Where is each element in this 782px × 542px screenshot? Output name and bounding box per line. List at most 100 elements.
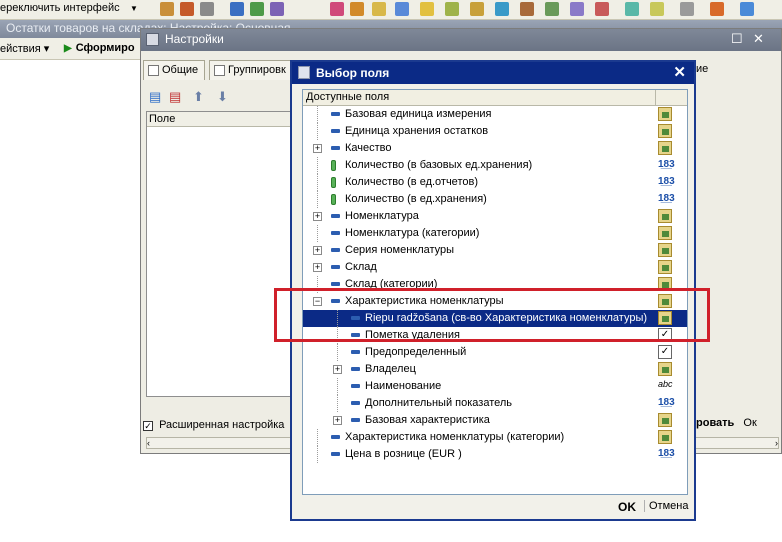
delete-field-icon[interactable]: ▤ bbox=[169, 89, 181, 105]
expand-icon[interactable]: + bbox=[313, 246, 322, 255]
expand-icon[interactable]: + bbox=[313, 263, 322, 272]
settings-icon[interactable] bbox=[545, 2, 559, 16]
horizontal-scrollbar-right[interactable]: › bbox=[691, 437, 779, 449]
help-icon[interactable] bbox=[495, 2, 509, 16]
chart-icon[interactable] bbox=[270, 2, 284, 16]
lock-icon[interactable] bbox=[680, 2, 694, 16]
settings-toolbar: ▤ ▤ ⬆ ⬇ bbox=[147, 89, 247, 107]
folder-icon bbox=[658, 209, 672, 223]
refresh-icon[interactable] bbox=[740, 2, 754, 16]
tree-row-label: Качество bbox=[345, 142, 392, 154]
tree-row[interactable]: + Владелец bbox=[303, 361, 687, 378]
horizontal-scrollbar[interactable]: ‹ bbox=[146, 437, 292, 449]
tree-row[interactable]: Предопределенный ✓ bbox=[303, 344, 687, 361]
close-icon[interactable]: ✕ bbox=[753, 31, 764, 47]
calculator-icon[interactable] bbox=[330, 2, 344, 16]
tree-row[interactable]: + Качество bbox=[303, 140, 687, 157]
tree-row[interactable]: Единица хранения остатков bbox=[303, 123, 687, 140]
tree-row-label: Предопределенный bbox=[365, 346, 467, 358]
tree-row[interactable]: Количество (в ед.хранения) 1̲8̲3 bbox=[303, 191, 687, 208]
tree-row[interactable]: Базовая единица измерения bbox=[303, 106, 687, 123]
attribute-icon bbox=[351, 418, 360, 422]
folder-icon bbox=[658, 413, 672, 427]
attribute-icon bbox=[331, 435, 340, 439]
string-icon: abc bbox=[658, 379, 673, 389]
tree-row-label: Количество (в ед.отчетов) bbox=[345, 176, 478, 188]
scroll-left-icon[interactable]: ‹ bbox=[147, 438, 150, 448]
window-icon[interactable] bbox=[570, 2, 584, 16]
tree-guide-line bbox=[337, 344, 338, 361]
checkbox-icon: ✓ bbox=[143, 421, 153, 431]
tree-row[interactable]: Цена в рознице (EUR ) 1̲8̲3 bbox=[303, 446, 687, 463]
tree-row[interactable]: Номенклатура (категории) bbox=[303, 225, 687, 242]
tree-guide-line bbox=[337, 395, 338, 412]
extended-settings-checkbox[interactable]: ✓ Расширенная настройка bbox=[143, 419, 284, 431]
catalog-icon[interactable] bbox=[350, 2, 364, 16]
tree-guide-line bbox=[317, 429, 318, 446]
expand-icon[interactable]: + bbox=[333, 416, 342, 425]
mail-icon[interactable] bbox=[372, 2, 386, 16]
calendar-icon[interactable] bbox=[395, 2, 409, 16]
sort-icon[interactable] bbox=[230, 2, 244, 16]
close-icon[interactable]: ✕ bbox=[673, 63, 686, 81]
tree-guide-line bbox=[337, 378, 338, 395]
expand-icon[interactable]: + bbox=[313, 212, 322, 221]
attribute-icon bbox=[331, 129, 340, 133]
folder-icon bbox=[658, 141, 672, 155]
tree-row[interactable]: Дополнительный показатель 1̲8̲3 bbox=[303, 395, 687, 412]
expand-icon[interactable]: + bbox=[333, 365, 342, 374]
apply-button[interactable]: ровать bbox=[696, 417, 734, 429]
add-field-icon[interactable]: ▤ bbox=[149, 89, 161, 105]
tree-row[interactable]: + Склад bbox=[303, 259, 687, 276]
maximize-icon[interactable]: ☐ bbox=[731, 31, 743, 47]
move-down-icon[interactable]: ⬇ bbox=[217, 89, 228, 105]
folder-icon bbox=[658, 243, 672, 257]
report-icon[interactable] bbox=[180, 2, 194, 16]
table-icon[interactable] bbox=[250, 2, 264, 16]
tree-row[interactable]: + Серия номенклатуры bbox=[303, 242, 687, 259]
expand-icon[interactable]: + bbox=[313, 144, 322, 153]
tree-row[interactable]: Характеристика номенклатуры (категории) bbox=[303, 429, 687, 446]
app-toolbar: ереключить интерфейс ▼ bbox=[0, 0, 782, 20]
bookmark-icon[interactable] bbox=[420, 2, 434, 16]
fields-table[interactable]: Поле bbox=[146, 111, 292, 397]
tree-row-label: Базовая единица измерения bbox=[345, 108, 492, 120]
tools-icon[interactable] bbox=[520, 2, 534, 16]
scroll-right-icon[interactable]: › bbox=[775, 438, 778, 448]
tree-row[interactable]: Количество (в базовых ед.хранения) 1̲8̲3 bbox=[303, 157, 687, 174]
ok-button[interactable]: OK bbox=[618, 500, 636, 514]
interface-switch-menu[interactable]: ереключить интерфейс bbox=[0, 2, 120, 14]
list-icon[interactable] bbox=[445, 2, 459, 16]
tree-row[interactable]: + Базовая характеристика bbox=[303, 412, 687, 429]
tree-row[interactable]: + Номенклатура bbox=[303, 208, 687, 225]
user-icon[interactable] bbox=[650, 2, 664, 16]
tree-row-label: Склад bbox=[345, 261, 377, 273]
move-up-icon[interactable]: ⬆ bbox=[193, 89, 204, 105]
number-icon: 1̲8̲3 bbox=[658, 397, 675, 408]
search-icon[interactable] bbox=[595, 2, 609, 16]
background-command-bar: ействия ▾ Сформиро bbox=[0, 38, 150, 60]
resource-icon bbox=[331, 194, 336, 205]
attribute-icon bbox=[331, 265, 340, 269]
document-icon[interactable] bbox=[160, 2, 174, 16]
printer-icon[interactable] bbox=[200, 2, 214, 16]
info-icon[interactable] bbox=[625, 2, 639, 16]
chevron-down-icon[interactable]: ▼ bbox=[130, 4, 138, 13]
journal-icon[interactable] bbox=[470, 2, 484, 16]
attribute-icon bbox=[351, 401, 360, 405]
tab-conditions[interactable]: ие bbox=[696, 63, 708, 75]
tab-grouping[interactable]: Группировк bbox=[209, 60, 293, 80]
attribute-icon bbox=[331, 112, 340, 116]
actions-menu[interactable]: ействия ▾ bbox=[0, 42, 49, 55]
tree-row[interactable]: Наименование abc bbox=[303, 378, 687, 395]
tree-row-label: Характеристика номенклатуры (категории) bbox=[345, 431, 565, 443]
tree-row[interactable]: Количество (в ед.отчетов) 1̲8̲3 bbox=[303, 174, 687, 191]
generate-button[interactable]: Сформиро bbox=[64, 42, 135, 54]
header-separator bbox=[655, 90, 656, 106]
exit-icon[interactable] bbox=[710, 2, 724, 16]
tab-general[interactable]: Общие bbox=[143, 60, 206, 80]
general-tab-icon bbox=[148, 65, 159, 76]
cancel-button[interactable]: Отмена bbox=[644, 500, 688, 512]
ok-button[interactable]: Ок bbox=[743, 417, 756, 429]
tree-guide-line bbox=[317, 225, 318, 242]
